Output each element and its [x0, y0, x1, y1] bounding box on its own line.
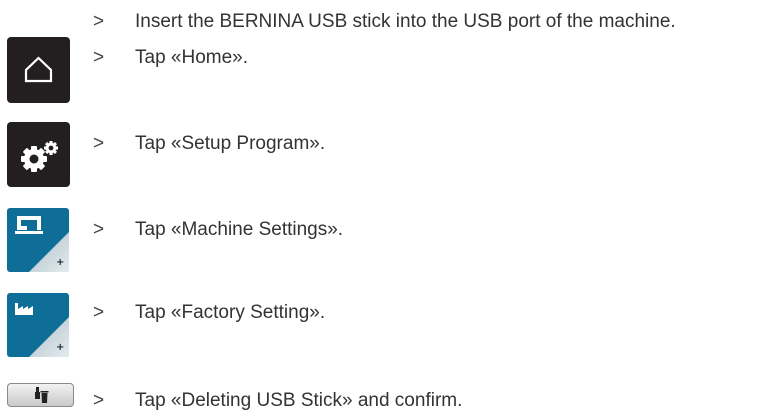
- step-factory-setting: > Tap «Factory Setting».: [0, 298, 784, 328]
- step-home: > Tap «Home».: [0, 43, 784, 73]
- step-text: Tap «Setup Program».: [135, 133, 326, 154]
- step-marker: >: [93, 47, 105, 68]
- step-marker: >: [93, 302, 105, 323]
- svg-text:+: +: [56, 257, 64, 268]
- svg-text:+: +: [56, 342, 64, 353]
- step-marker: >: [93, 11, 105, 32]
- step-text: Tap «Deleting USB Stick» and confirm.: [135, 390, 463, 411]
- step-deleting-usb: > Tap «Deleting USB Stick» and confirm.: [0, 386, 784, 416]
- step-machine-settings: > Tap «Machine Settings».: [0, 215, 784, 245]
- step-marker: >: [93, 219, 105, 240]
- step-text: Tap «Machine Settings».: [135, 219, 344, 240]
- step-marker: >: [93, 390, 105, 411]
- step-text: Tap «Factory Setting».: [135, 302, 326, 323]
- step-marker: >: [93, 133, 105, 154]
- step-text: Tap «Home».: [135, 47, 249, 68]
- step-text: Insert the BERNINA USB stick into the US…: [135, 11, 676, 32]
- step-setup-program: > Tap «Setup Program».: [0, 129, 784, 159]
- step-insert-usb: > Insert the BERNINA USB stick into the …: [0, 7, 784, 37]
